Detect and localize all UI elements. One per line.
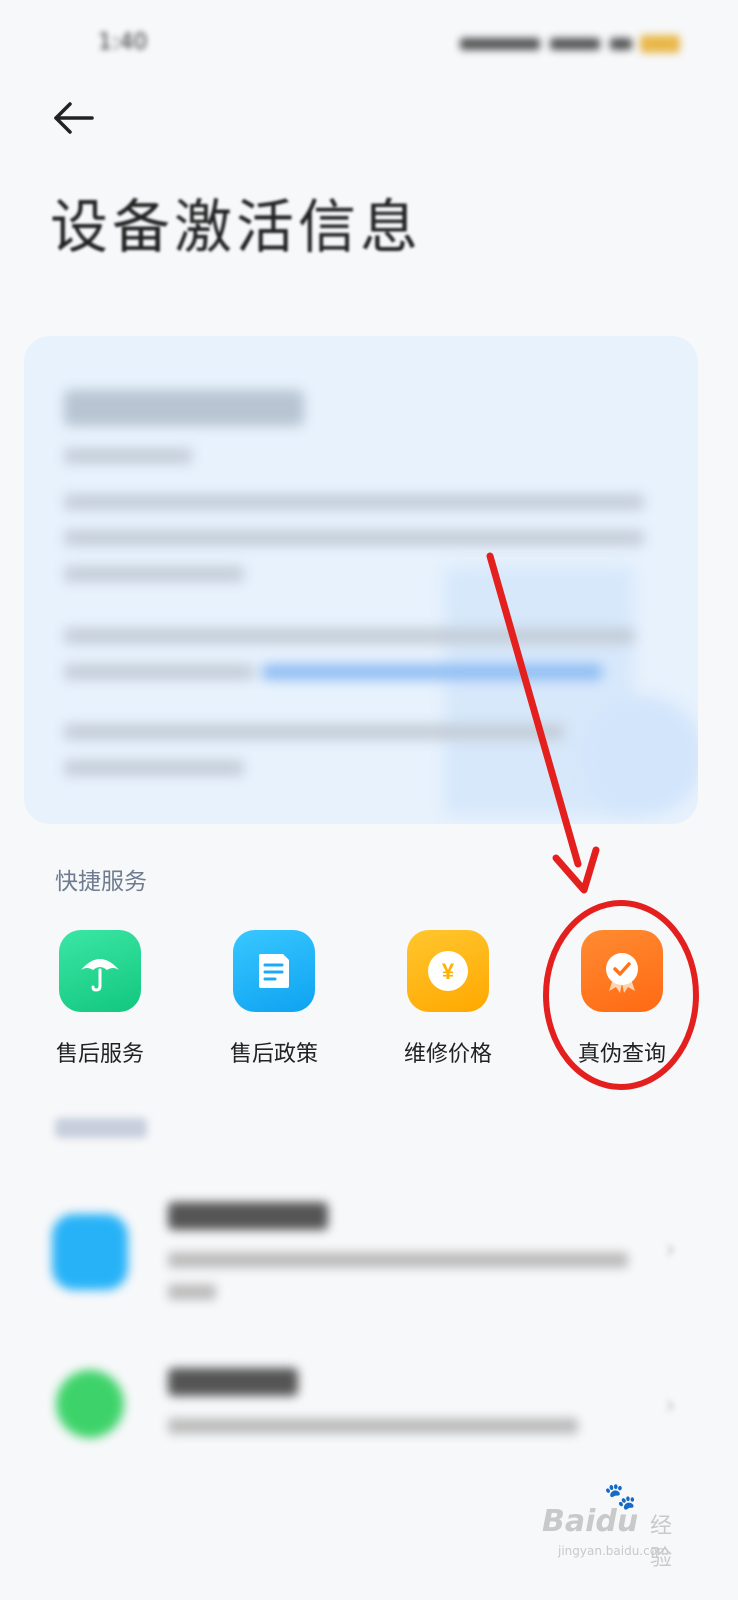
quick-item-after-sales-service[interactable]: 售后服务: [40, 930, 160, 1070]
quick-item-repair-price[interactable]: ¥ 维修价格: [388, 930, 508, 1070]
card-paragraph-1: [64, 484, 654, 582]
page-title: 设备激活信息: [50, 193, 423, 261]
cloud-icon: [52, 1214, 128, 1290]
activation-info-card: [24, 336, 698, 824]
svg-text:¥: ¥: [442, 959, 455, 984]
annotation-arrow-head: [552, 846, 600, 894]
card-paragraph-3: [64, 714, 654, 776]
back-button[interactable]: [50, 98, 98, 138]
battery-icon: [640, 35, 680, 53]
quick-item-label: 售后服务: [55, 1042, 144, 1067]
quick-item-authenticity-check[interactable]: 真伪查询: [562, 930, 682, 1070]
card-date: [64, 440, 192, 464]
list-item-title: [168, 1202, 328, 1230]
quick-item-label: 售后政策: [229, 1042, 318, 1067]
list-item-find-device[interactable]: ›: [0, 1352, 738, 1492]
status-icons: [460, 32, 680, 54]
quick-services-label: 快捷服务: [55, 869, 147, 895]
card-heading: [64, 384, 304, 426]
policy-link[interactable]: [262, 664, 602, 680]
status-time: 1:40: [98, 30, 148, 55]
card-paragraph-2: [64, 618, 654, 680]
chevron-right-icon: ›: [664, 1232, 676, 1265]
baidu-watermark: 🐾 Baidu 经验 jingyan.baidu.com: [542, 1482, 692, 1571]
back-arrow-icon: [54, 102, 94, 134]
wifi-icon: [610, 38, 632, 50]
chevron-right-icon: ›: [664, 1388, 676, 1421]
list-item-title: [168, 1368, 298, 1396]
more-services-label: [55, 1118, 147, 1138]
list-item-cloud-service[interactable]: ›: [0, 1180, 738, 1320]
yen-coin-icon: ¥: [407, 930, 489, 1012]
umbrella-icon: [59, 930, 141, 1012]
quick-item-label: 维修价格: [403, 1042, 492, 1067]
watermark-brand: Baidu: [542, 1504, 639, 1539]
watermark-sub: 经验: [650, 1514, 673, 1571]
quick-item-after-sales-policy[interactable]: 售后政策: [214, 930, 334, 1070]
network-speed-indicator: [460, 38, 540, 50]
quick-item-label: 真伪查询: [577, 1042, 666, 1067]
signal-icon: [550, 38, 600, 50]
document-icon: [233, 930, 315, 1012]
checkmark-badge-icon: [581, 930, 663, 1012]
location-icon: [56, 1370, 124, 1438]
status-bar: 1:40: [0, 28, 738, 58]
list-item-description: [168, 1410, 638, 1434]
watermark-url: jingyan.baidu.com: [558, 1544, 669, 1558]
list-item-description: [168, 1244, 638, 1300]
